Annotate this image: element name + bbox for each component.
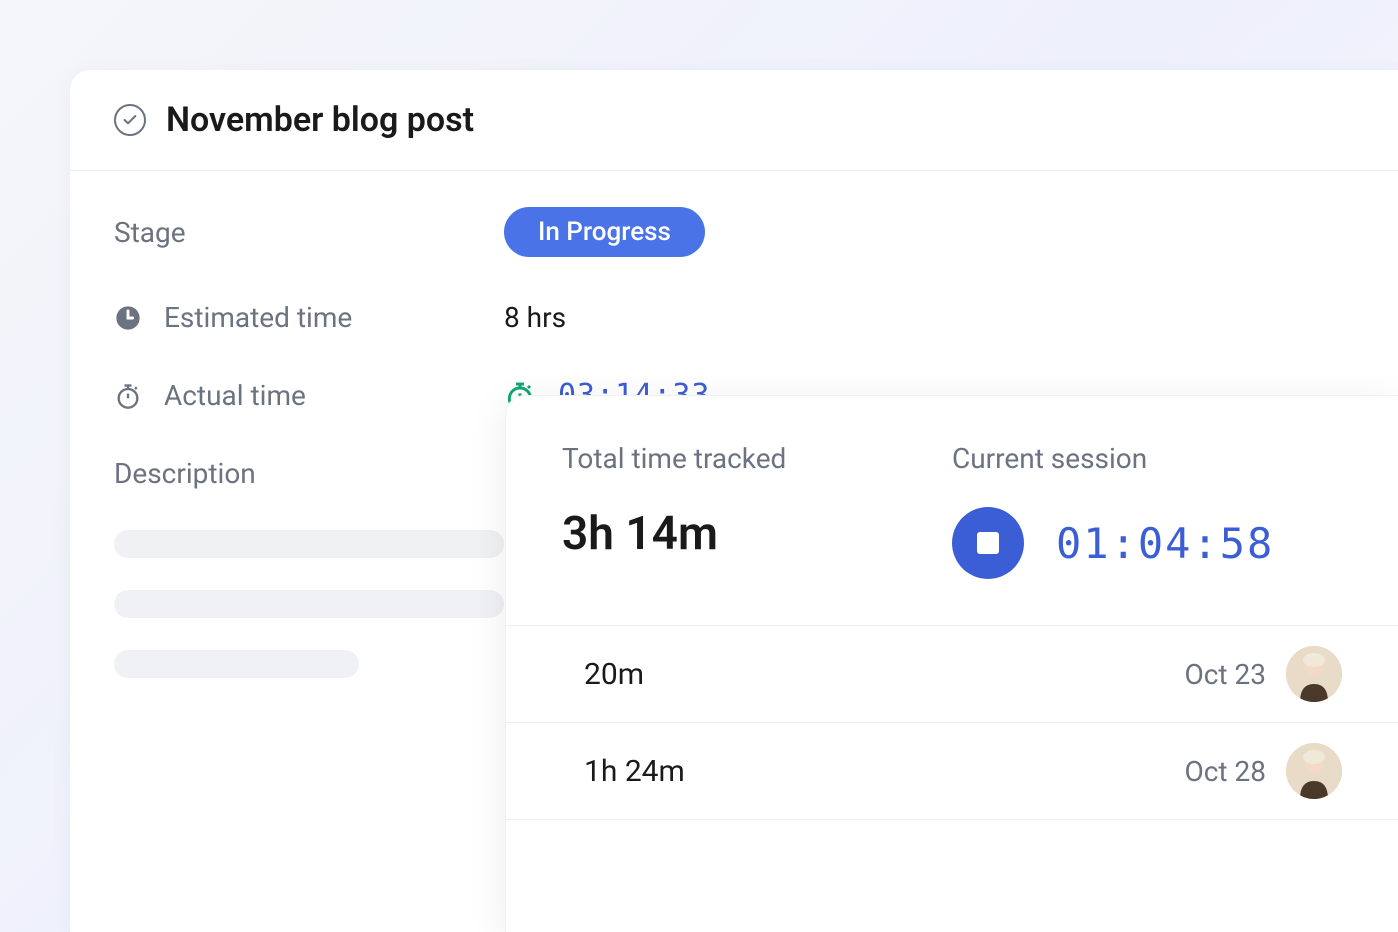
total-time-column: Total time tracked 3h 14m <box>562 442 952 579</box>
user-avatar[interactable] <box>1286 743 1342 799</box>
task-header: November blog post <box>70 70 1398 171</box>
current-session-value: 01:04:58 <box>1056 519 1274 568</box>
estimated-time-label: Estimated time <box>164 301 352 334</box>
complete-task-checkbox[interactable] <box>114 104 146 136</box>
clock-icon <box>114 304 142 332</box>
field-row-stage: Stage In Progress <box>114 207 1354 257</box>
current-session-label: Current session <box>952 442 1342 475</box>
user-avatar[interactable] <box>1286 646 1342 702</box>
total-time-value: 3h 14m <box>562 507 952 561</box>
total-time-label: Total time tracked <box>562 442 952 475</box>
actual-time-label: Actual time <box>164 379 306 412</box>
current-session-column: Current session 01:04:58 <box>952 442 1342 579</box>
placeholder-line <box>114 590 504 618</box>
log-date: Oct 23 <box>1185 658 1267 691</box>
placeholder-line <box>114 530 504 558</box>
task-title[interactable]: November blog post <box>166 100 474 140</box>
time-log-row[interactable]: 20m Oct 23 <box>506 626 1398 723</box>
time-panel-summary: Total time tracked 3h 14m Current sessio… <box>506 396 1398 625</box>
estimated-time-value[interactable]: 8 hrs <box>504 301 566 334</box>
time-tracker-panel: Total time tracked 3h 14m Current sessio… <box>505 395 1398 932</box>
stop-icon <box>977 532 999 554</box>
stage-label: Stage <box>114 216 186 249</box>
log-duration: 1h 24m <box>584 754 685 789</box>
log-date: Oct 28 <box>1185 755 1267 788</box>
log-duration: 20m <box>584 657 644 692</box>
placeholder-line <box>114 650 359 678</box>
field-row-estimated: Estimated time 8 hrs <box>114 301 1354 334</box>
stop-timer-button[interactable] <box>952 507 1024 579</box>
time-log-list: 20m Oct 23 1h 24m Oct 28 <box>506 625 1398 820</box>
stopwatch-icon <box>114 382 142 410</box>
time-log-row[interactable]: 1h 24m Oct 28 <box>506 723 1398 820</box>
stage-pill[interactable]: In Progress <box>504 207 705 257</box>
